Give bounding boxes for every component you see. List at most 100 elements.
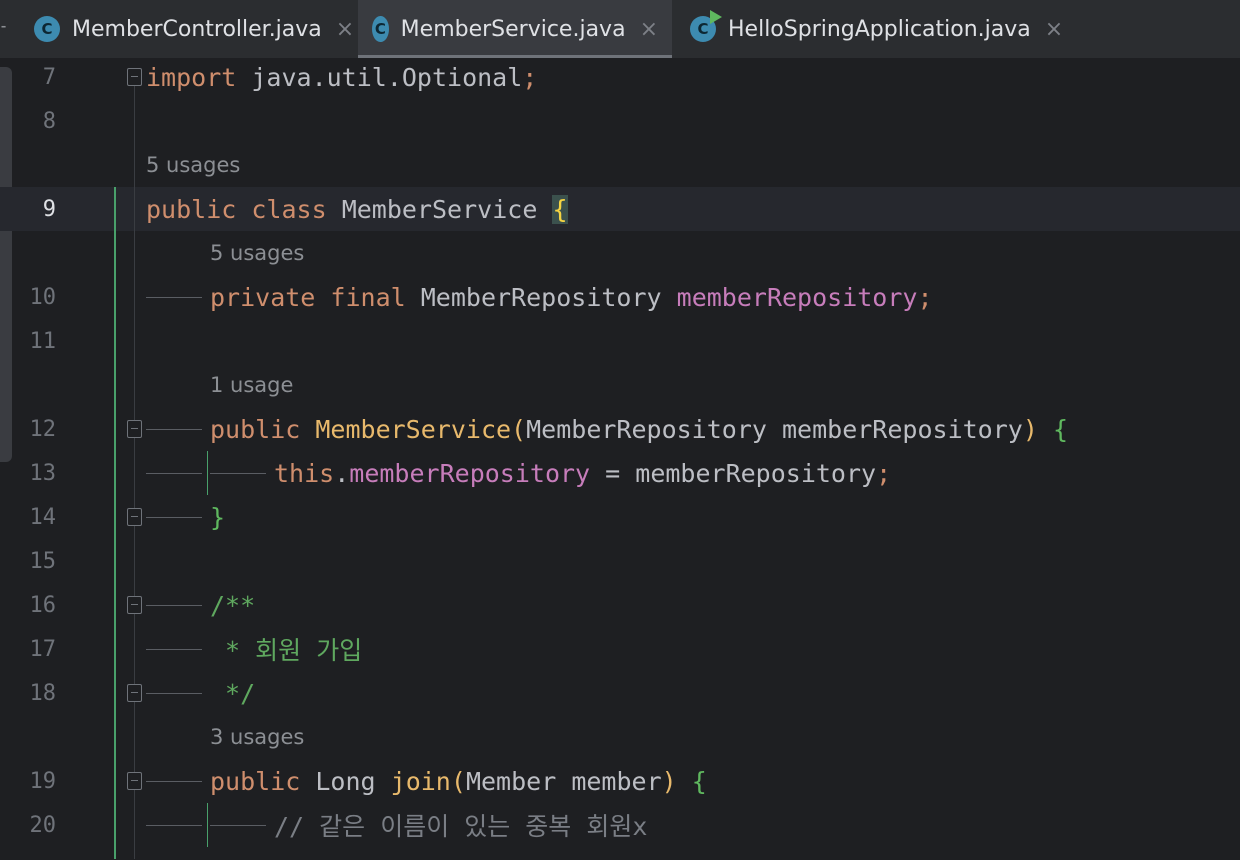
usage-hint[interactable]: 5 usages [146, 143, 240, 187]
line-number: 13 [29, 460, 57, 486]
line-number: 10 [29, 284, 57, 310]
brace: { [552, 194, 568, 224]
type-name: Long [315, 766, 376, 796]
line-number: 16 [29, 592, 57, 618]
paren: ) [661, 766, 677, 796]
keyword: public [210, 766, 301, 796]
code-editor[interactable]: 7 import java.util.Optional; 8 5 usages … [0, 59, 1240, 860]
fold-icon[interactable] [127, 420, 142, 438]
indent-guide [146, 297, 202, 298]
icon-letter: C [697, 20, 709, 38]
class-name: MemberService [341, 194, 538, 224]
param-name: memberRepository [782, 414, 1023, 444]
param-name: member [571, 766, 662, 796]
indent-guide [146, 825, 202, 826]
brace: { [1052, 414, 1069, 444]
param-type: MemberRepository [526, 414, 767, 444]
param-type: Member [465, 766, 557, 796]
line-number: 12 [29, 416, 57, 442]
tab-member-controller[interactable]: C MemberController.java × [20, 0, 368, 58]
constructor-name: MemberService [315, 414, 512, 444]
brace: { [691, 766, 707, 796]
fold-icon[interactable] [127, 596, 142, 614]
paren: ( [450, 766, 466, 796]
code-line-8[interactable]: 8 [0, 99, 1240, 143]
field-name: memberRepository [349, 458, 591, 488]
fold-icon[interactable] [127, 508, 142, 526]
java-class-icon: C [34, 16, 60, 42]
java-run-class-icon: C [690, 10, 722, 42]
indent-guide [210, 473, 266, 474]
line-number: 8 [42, 108, 56, 134]
fold-icon[interactable] [127, 772, 142, 790]
keyword: class [251, 194, 327, 224]
code-line-9[interactable]: 9 public class MemberService { [0, 187, 1240, 231]
tab-label: HelloSpringApplication.java [728, 16, 1031, 42]
line-number: 14 [29, 504, 57, 530]
semicolon: ; [876, 458, 892, 488]
indent-guide [210, 825, 266, 826]
import-path: java.util.Optional [236, 62, 523, 92]
doc-comment: /** [210, 590, 256, 620]
code-line-20[interactable]: 20 // 같은 이름이 있는 중복 회원x [0, 803, 1240, 847]
fold-icon[interactable] [127, 684, 142, 702]
java-class-icon: C [372, 16, 389, 42]
code-line-18[interactable]: 18 */ [0, 671, 1240, 715]
brace: } [210, 502, 226, 532]
scope-guide [207, 803, 208, 847]
usage-hint[interactable]: 5 usages [210, 231, 304, 275]
code-line-13[interactable]: 13 this. memberRepository = memberReposit… [0, 451, 1240, 495]
indent-guide [146, 605, 202, 606]
tab-hello-spring-application[interactable]: C HelloSpringApplication.java × [676, 0, 1077, 58]
close-icon[interactable]: × [640, 17, 658, 42]
indent-guide [146, 693, 202, 694]
tab-scroll-edge[interactable]: ⁃ [0, 20, 7, 40]
keyword: private [210, 282, 316, 312]
code-line-15[interactable]: 15 [0, 539, 1240, 583]
code-line-7[interactable]: 7 import java.util.Optional; [0, 55, 1240, 99]
editor-tab-bar: ⁃ C MemberController.java × C MemberServ… [0, 0, 1240, 59]
code-line-11[interactable]: 11 [0, 319, 1240, 363]
indent-guide [146, 649, 202, 650]
line-number: 7 [42, 64, 56, 90]
line-number: 18 [29, 680, 57, 706]
code-line-14[interactable]: 14 } [0, 495, 1240, 539]
semicolon: ; [522, 62, 538, 92]
run-badge-icon [710, 10, 722, 24]
indent-guide [146, 429, 202, 430]
keyword: public [210, 414, 301, 444]
param-name: memberRepository [635, 458, 877, 488]
line-number: 20 [29, 812, 57, 838]
tab-member-service[interactable]: C MemberService.java × [358, 0, 672, 58]
code-line-17[interactable]: 17 * 회원 가입 [0, 627, 1240, 671]
semicolon: ; [917, 282, 933, 312]
field-name: memberRepository [676, 282, 918, 312]
dot: . [334, 458, 350, 488]
operator: = [590, 458, 636, 488]
line-number: 9 [42, 196, 56, 222]
paren: ( [511, 414, 527, 444]
fold-icon[interactable] [127, 68, 142, 86]
close-icon[interactable]: × [1045, 17, 1063, 42]
code-line-10[interactable]: 10 private final MemberRepository member… [0, 275, 1240, 319]
keyword: import [146, 62, 237, 92]
indent-guide [146, 473, 202, 474]
paren: ) [1022, 414, 1038, 444]
scope-guide [207, 451, 208, 495]
type-name: MemberRepository [420, 282, 662, 312]
code-line-12[interactable]: 12 public MemberService(MemberRepository… [0, 407, 1240, 451]
code-line-19[interactable]: 19 public Long join(Member member) { [0, 759, 1240, 803]
keyword: public [146, 194, 237, 224]
keyword: this [274, 458, 335, 488]
line-number: 11 [29, 328, 57, 354]
indent-guide [146, 781, 202, 782]
indent-guide [146, 517, 202, 518]
method-name: join [390, 766, 451, 796]
line-number: 17 [29, 636, 57, 662]
tab-label: MemberController.java [72, 16, 322, 42]
line-number: 19 [29, 768, 57, 794]
close-icon[interactable]: × [336, 17, 354, 42]
usage-hint[interactable]: 3 usages [210, 715, 304, 759]
usage-hint[interactable]: 1 usage [210, 363, 293, 407]
code-line-16[interactable]: 16 /** [0, 583, 1240, 627]
